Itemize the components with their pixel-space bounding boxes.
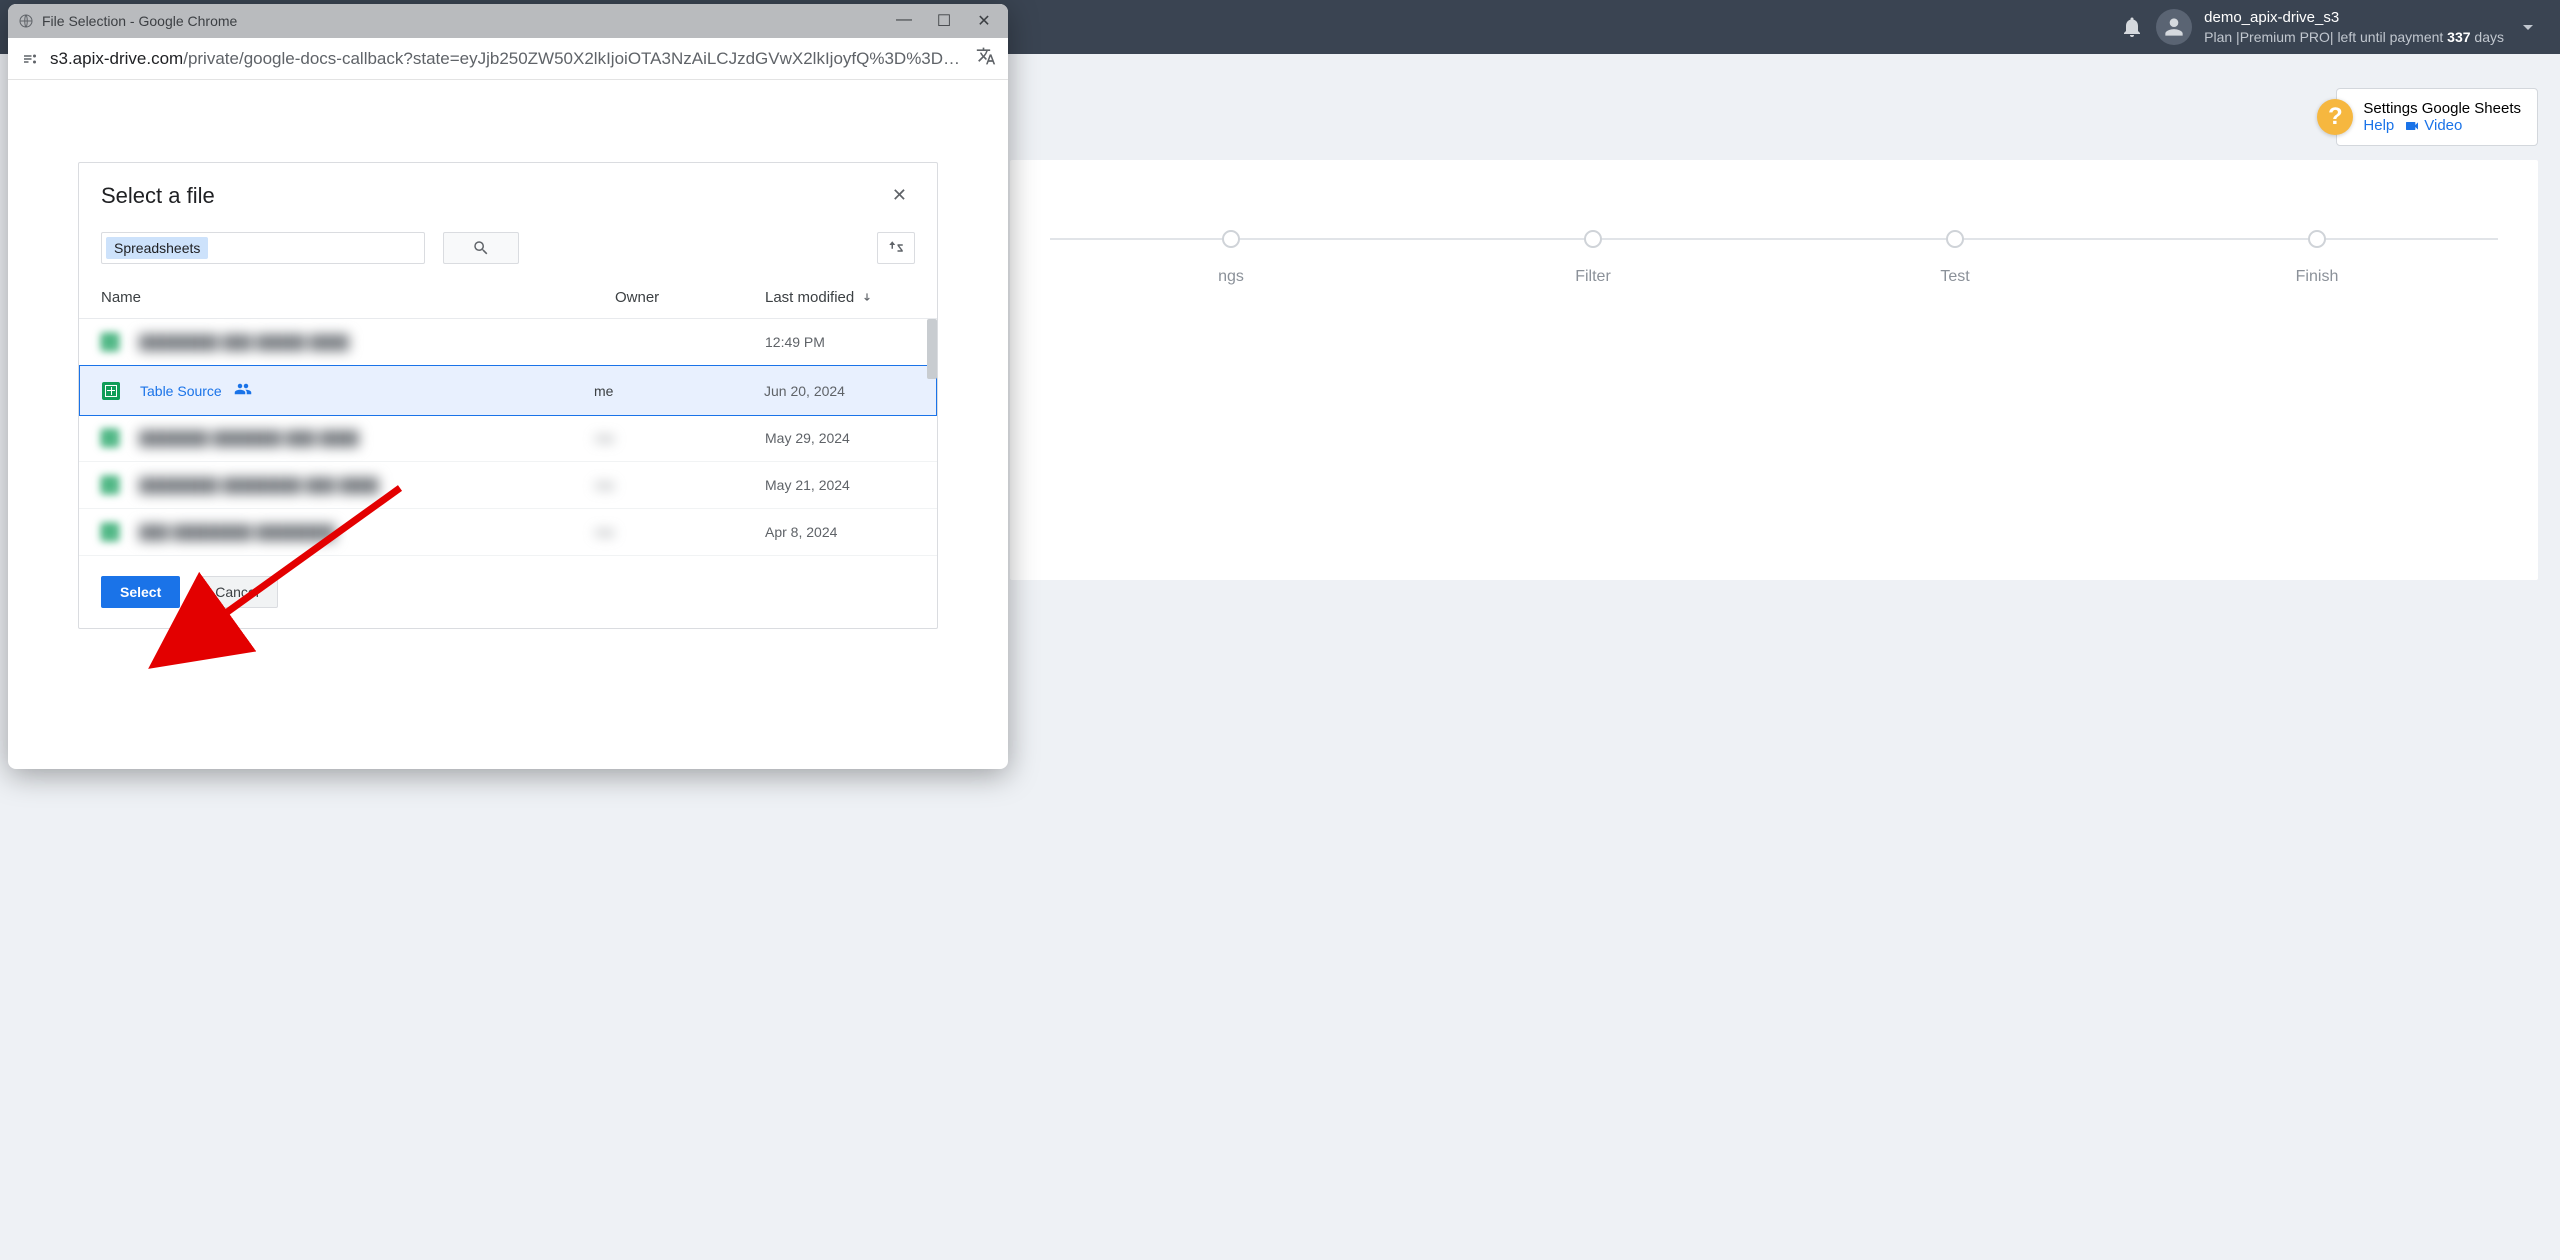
col-header-name[interactable]: Name bbox=[101, 289, 615, 306]
plan-text: Plan |Premium PRO| left until payment 33… bbox=[2204, 28, 2504, 46]
user-name: demo_apix-drive_s3 bbox=[2204, 8, 2504, 28]
table-header: Name Owner Last modified bbox=[79, 277, 937, 319]
window-titlebar: File Selection - Google Chrome — ☐ ✕ bbox=[8, 4, 1008, 38]
settings-help-card: ? Settings Google Sheets Help Video bbox=[2336, 88, 2538, 146]
step-item[interactable]: Finish bbox=[2136, 230, 2498, 286]
sheets-icon bbox=[101, 476, 119, 494]
file-row-selected[interactable]: Table Source me Jun 20, 2024 bbox=[79, 365, 937, 416]
user-info: demo_apix-drive_s3 Plan |Premium PRO| le… bbox=[2204, 8, 2504, 46]
file-row[interactable]: ████████ ███ █████ ████ 12:49 PM bbox=[79, 319, 937, 366]
help-badge-icon: ? bbox=[2317, 99, 2353, 135]
wizard-card: ngs Filter Test Finish bbox=[1010, 160, 2538, 580]
file-name: Table Source bbox=[140, 383, 222, 399]
step-item[interactable]: Test bbox=[1774, 230, 2136, 286]
search-button[interactable] bbox=[443, 232, 519, 264]
site-settings-icon[interactable] bbox=[20, 49, 40, 69]
step-dot bbox=[1946, 230, 1964, 248]
col-header-owner[interactable]: Owner bbox=[615, 289, 765, 306]
sheets-icon bbox=[101, 429, 119, 447]
scrollbar-thumb[interactable] bbox=[927, 319, 937, 379]
sort-az-icon bbox=[887, 239, 905, 257]
translate-icon[interactable] bbox=[976, 46, 996, 71]
wizard-steps: ngs Filter Test Finish bbox=[1010, 230, 2538, 286]
maximize-button[interactable]: ☐ bbox=[936, 11, 952, 31]
filter-chip[interactable]: Spreadsheets bbox=[106, 237, 208, 259]
url-text[interactable]: s3.apix-drive.com/private/google-docs-ca… bbox=[50, 49, 966, 69]
step-item[interactable]: Filter bbox=[1412, 230, 1774, 286]
step-item[interactable]: ngs bbox=[1050, 230, 1412, 286]
notifications-icon[interactable] bbox=[2120, 15, 2144, 39]
search-icon bbox=[472, 239, 490, 257]
select-button[interactable]: Select bbox=[101, 576, 180, 608]
avatar[interactable] bbox=[2156, 9, 2192, 45]
arrow-down-icon bbox=[860, 291, 874, 305]
step-dot bbox=[1584, 230, 1602, 248]
sort-button[interactable] bbox=[877, 232, 915, 264]
picker-title: Select a file bbox=[101, 183, 215, 209]
file-row[interactable]: ███████ ███████ ███ ████ me May 29, 2024 bbox=[79, 415, 937, 462]
window-title: File Selection - Google Chrome bbox=[42, 13, 888, 29]
sheets-icon bbox=[101, 523, 119, 541]
video-link[interactable]: Video bbox=[2404, 117, 2462, 134]
file-row[interactable]: ███ ████████ ████████ me Apr 8, 2024 bbox=[79, 509, 937, 556]
video-icon bbox=[2404, 118, 2420, 134]
minimize-button[interactable]: — bbox=[896, 11, 912, 31]
address-bar: s3.apix-drive.com/private/google-docs-ca… bbox=[8, 38, 1008, 80]
sheets-icon bbox=[101, 333, 119, 351]
close-icon[interactable]: ✕ bbox=[884, 181, 915, 210]
col-header-modified[interactable]: Last modified bbox=[765, 289, 915, 306]
cancel-button[interactable]: Cancel bbox=[196, 576, 278, 608]
file-picker: Select a file ✕ Spreadsheets Name Owner … bbox=[78, 162, 938, 629]
file-row[interactable]: ████████ ████████ ███ ████ me May 21, 20… bbox=[79, 462, 937, 509]
globe-icon bbox=[18, 13, 34, 29]
chrome-popup-window: File Selection - Google Chrome — ☐ ✕ s3.… bbox=[8, 4, 1008, 769]
shared-icon bbox=[234, 380, 252, 401]
help-link[interactable]: Help bbox=[2363, 117, 2394, 134]
settings-card-title: Settings Google Sheets bbox=[2363, 100, 2521, 117]
step-dot bbox=[2308, 230, 2326, 248]
search-input[interactable]: Spreadsheets bbox=[101, 232, 425, 264]
close-window-button[interactable]: ✕ bbox=[976, 11, 992, 31]
step-dot bbox=[1222, 230, 1240, 248]
chevron-down-icon[interactable] bbox=[2516, 15, 2540, 39]
file-list: ████████ ███ █████ ████ 12:49 PM Table S… bbox=[79, 319, 937, 556]
sheets-icon bbox=[102, 382, 120, 400]
